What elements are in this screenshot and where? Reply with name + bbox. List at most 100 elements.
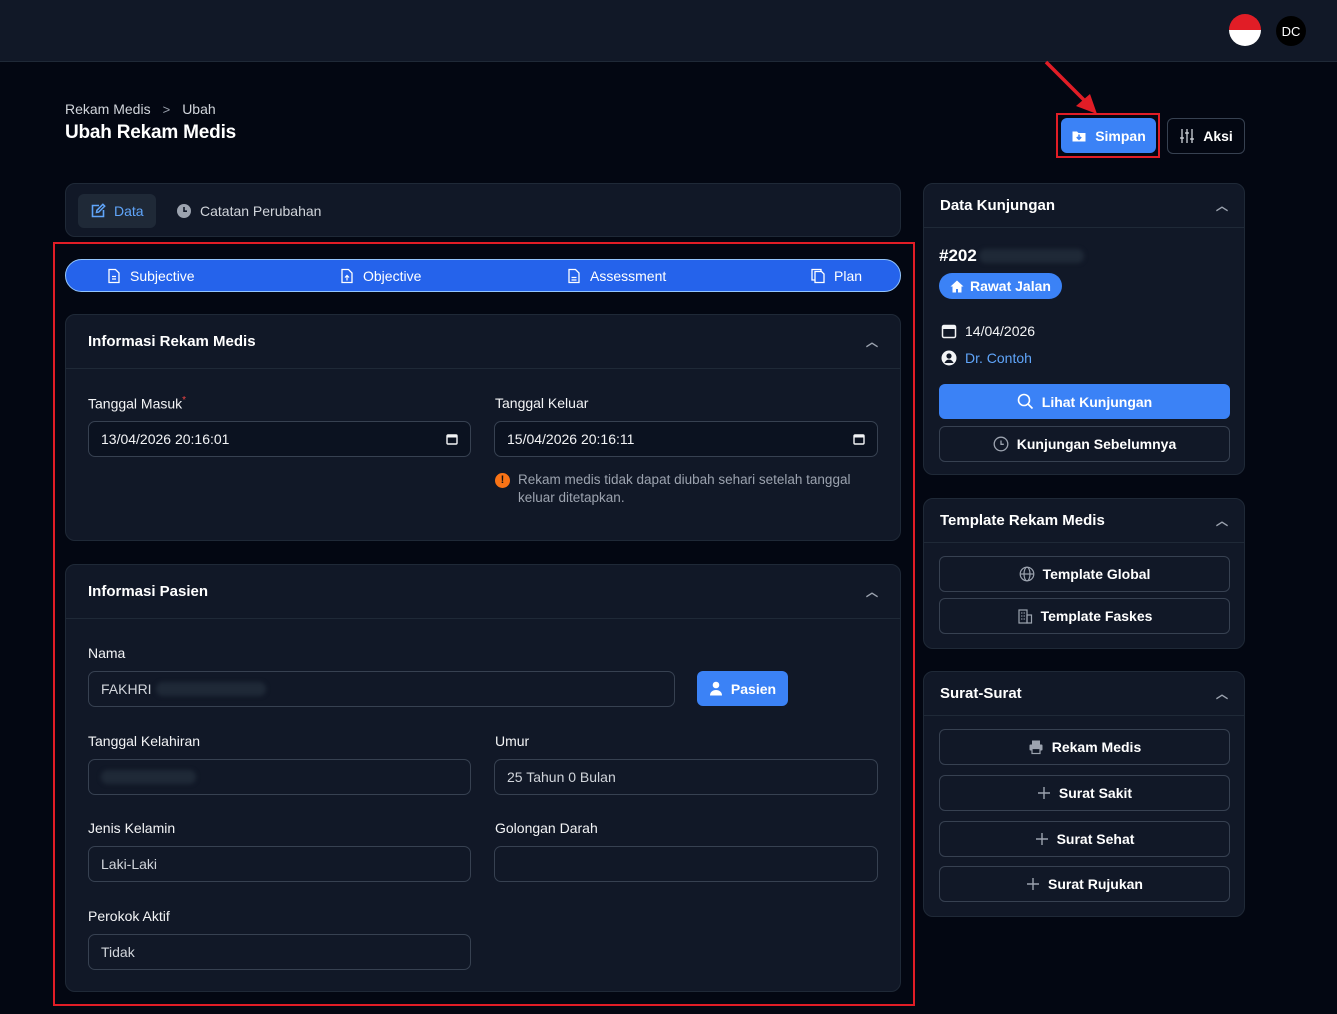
tab-bar: Data Catatan Perubahan [65,183,901,237]
visit-doctor[interactable]: Dr. Contoh [941,350,1032,366]
top-bar: DC [0,0,1337,62]
chevron-up-icon[interactable]: ︿ [1216,685,1228,702]
visit-date-value: 14/04/2026 [965,323,1036,339]
sick-letter-button[interactable]: Surat Sakit [939,775,1230,811]
chevron-up-icon[interactable]: ︿ [866,583,878,600]
user-circle-icon [941,350,957,366]
calendar-icon[interactable] [853,433,865,445]
smoker-field: Tidak [88,934,471,970]
age-label: Umur [495,733,530,749]
soap-tab-label: Objective [363,267,422,284]
tab-data[interactable]: Data [78,194,156,228]
home-icon [950,280,964,292]
referral-letter-button[interactable]: Surat Rujukan [939,866,1230,902]
discharge-warning-note: ! Rekam medis tidak dapat diubah sehari … [495,471,855,507]
card-title: Informasi Pasien [88,583,209,600]
redacted-block [155,682,266,696]
facility-template-label: Template Faskes [1040,608,1153,624]
soap-tab-assessment[interactable]: Assessment [566,260,666,291]
search-icon [1017,393,1033,410]
discharge-date-value: 15/04/2026 20:16:11 [507,431,635,447]
gender-label: Jenis Kelamin [88,820,176,836]
global-template-label: Template Global [1042,566,1151,582]
plus-icon [1027,878,1040,890]
plus-icon [1037,787,1050,799]
card-title: Template Rekam Medis [940,512,1105,529]
age-field: 25 Tahun 0 Bulan [494,759,878,795]
save-button-label: Simpan [1095,127,1146,144]
tab-change-log[interactable]: Catatan Perubahan [164,194,333,228]
gender-value: Laki-Laki [101,856,158,872]
card-header[interactable]: Surat-Surat ︿ [924,672,1244,716]
document-text-icon [568,268,580,283]
print-medical-record-button[interactable]: Rekam Medis [939,729,1230,765]
folder-download-icon [1072,131,1086,141]
calendar-icon[interactable] [446,433,458,445]
age-value: 25 Tahun 0 Bulan [507,769,616,785]
card-header[interactable]: Informasi Pasien ︿ [66,565,900,619]
letters-card: Surat-Surat ︿ Rekam Medis Surat Sakit Su… [923,671,1245,917]
blood-type-field [494,846,878,882]
calendar-icon [941,324,957,339]
building-icon [1017,609,1032,624]
health-letter-button[interactable]: Surat Sehat [939,821,1230,857]
card-title: Data Kunjungan [940,197,1055,214]
avatar[interactable]: DC [1276,16,1306,46]
referral-letter-label: Surat Rujukan [1048,876,1143,892]
sliders-icon [1180,129,1195,143]
view-visit-button[interactable]: Lihat Kunjungan [939,384,1230,419]
patient-name-label: Nama [88,645,126,661]
breadcrumb-item-rekam-medis[interactable]: Rekam Medis [65,101,151,117]
soap-tab-label: Plan [834,267,863,284]
chevron-up-icon[interactable]: ︿ [866,333,878,350]
view-visit-label: Lihat Kunjungan [1041,393,1153,410]
discharge-warning-text: Rekam medis tidak dapat diubah sehari se… [518,472,851,506]
card-header[interactable]: Informasi Rekam Medis ︿ [66,315,900,369]
visit-data-card: Data Kunjungan ︿ #202 Rawat Jalan 14/04/… [923,183,1245,475]
discharge-date-input[interactable]: 15/04/2026 20:16:11 [494,421,878,457]
card-header[interactable]: Template Rekam Medis ︿ [924,499,1244,543]
smoker-label: Perokok Aktif [88,908,170,924]
chevron-up-icon[interactable]: ︿ [1216,512,1228,529]
soap-tab-plan[interactable]: Plan [810,260,862,291]
medical-template-card: Template Rekam Medis ︿ Template Global T… [923,498,1245,649]
card-header[interactable]: Data Kunjungan ︿ [924,184,1244,228]
print-medical-record-label: Rekam Medis [1051,739,1142,755]
admit-date-input[interactable]: 13/04/2026 20:16:01 [88,421,471,457]
breadcrumb-item-ubah: Ubah [182,101,216,117]
admit-date-value: 13/04/2026 20:16:01 [101,431,230,447]
patient-name-field: FAKHRI [88,671,675,707]
visit-doctor-name: Dr. Contoh [965,350,1032,366]
breadcrumb: Rekam Medis > Ubah [65,101,216,117]
admit-date-label: Tanggal Masuk* [88,395,187,412]
documents-icon [811,268,825,283]
visit-id: #202 [939,246,1084,266]
warning-icon: ! [495,473,510,488]
visit-type-label: Rawat Jalan [970,278,1051,294]
blood-type-label: Golongan Darah [495,820,598,836]
previous-visit-button[interactable]: Kunjungan Sebelumnya [939,426,1230,462]
chevron-up-icon[interactable]: ︿ [1216,197,1228,214]
card-title: Informasi Rekam Medis [88,333,256,350]
history-icon [993,436,1009,452]
printer-icon [1029,740,1043,755]
soap-tab-subjective[interactable]: Subjective [106,260,195,291]
health-letter-label: Surat Sehat [1056,831,1135,847]
patient-name-value: FAKHRI [101,681,152,697]
previous-visit-label: Kunjungan Sebelumnya [1016,436,1177,452]
actions-button[interactable]: Aksi [1167,118,1245,154]
indonesia-flag-icon[interactable] [1229,14,1261,46]
soap-tab-objective[interactable]: Objective [339,260,421,291]
actions-button-label: Aksi [1203,128,1233,144]
breadcrumb-separator: > [162,101,171,117]
redacted-block [978,249,1084,263]
annotation-arrow-icon [1044,60,1097,114]
globe-icon [1019,566,1034,582]
global-template-button[interactable]: Template Global [939,556,1230,592]
document-upload-icon [341,268,353,283]
facility-template-button[interactable]: Template Faskes [939,598,1230,634]
save-button[interactable]: Simpan [1061,118,1156,153]
user-icon [709,681,722,696]
patient-button[interactable]: Pasien [697,671,788,706]
document-icon [108,268,120,283]
